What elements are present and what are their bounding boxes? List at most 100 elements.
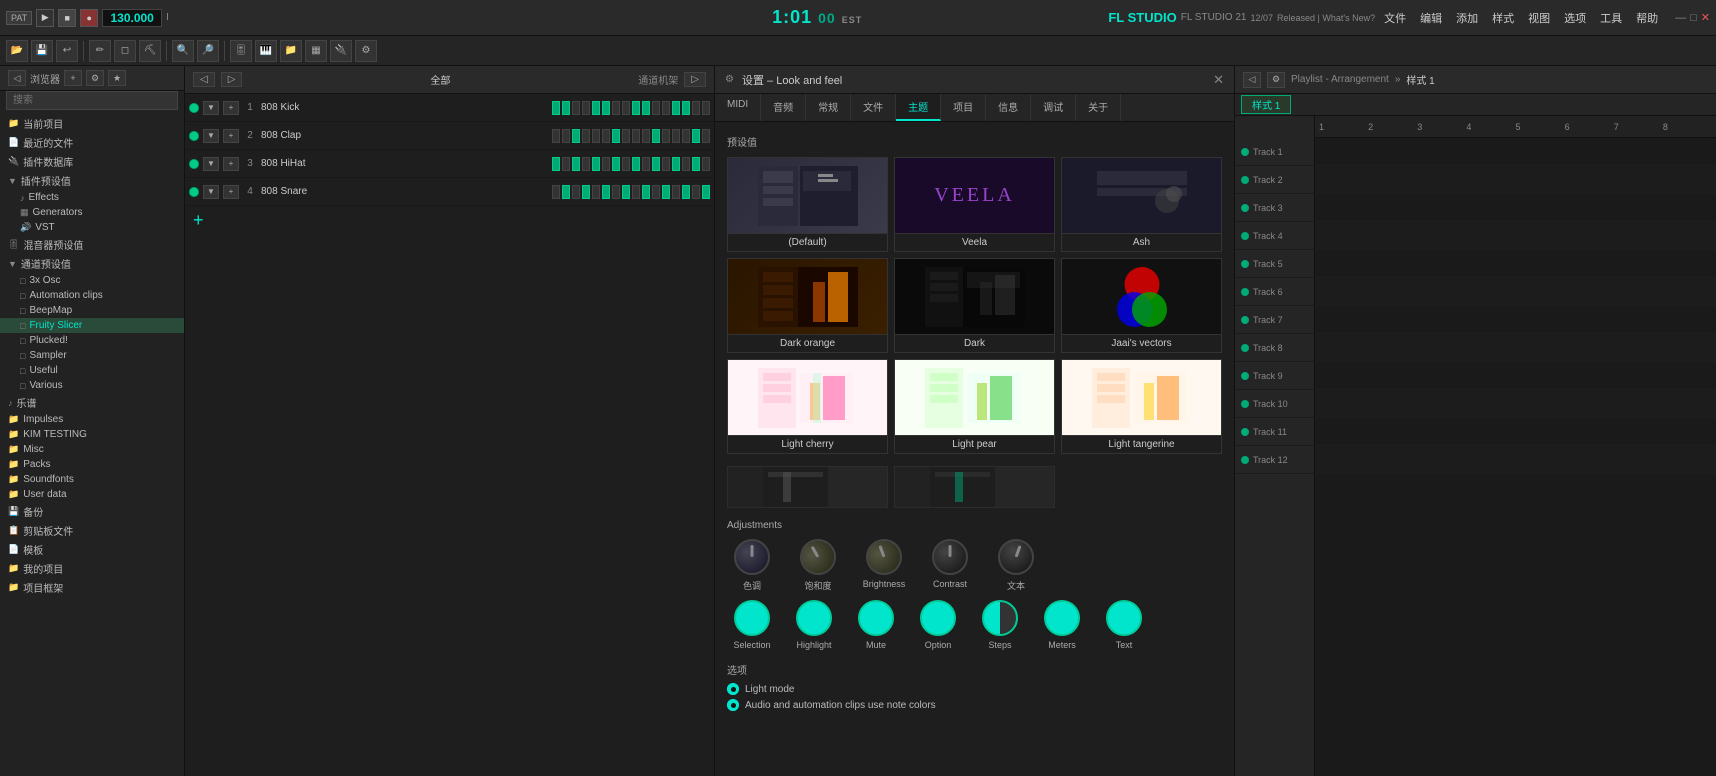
track-dot-4[interactable]	[1241, 232, 1249, 240]
sidebar-item-automation-clips[interactable]: □Automation clips	[0, 288, 184, 303]
preset-light-tangerine[interactable]: Light tangerine	[1061, 359, 1222, 454]
sidebar-item-channel-presets[interactable]: ▼通道预设值	[0, 254, 184, 273]
sidebar-item-fruity-slicer[interactable]: □Fruity Slicer	[0, 318, 184, 333]
tab-general[interactable]: 常规	[806, 94, 851, 121]
sidebar-item-sampler[interactable]: □Sampler	[0, 348, 184, 363]
playlist-back-btn[interactable]: ◁	[1243, 72, 1261, 88]
sidebar-item-templates[interactable]: 📄模板	[0, 540, 184, 559]
tab-midi[interactable]: MIDI	[715, 94, 761, 121]
preset-ash[interactable]: Ash	[1061, 157, 1222, 252]
search-input[interactable]	[6, 91, 178, 110]
grid-row-9[interactable]	[1315, 362, 1716, 390]
ch-btn-1b[interactable]: +	[223, 101, 239, 115]
ch-btn-2a[interactable]: ▼	[203, 129, 219, 143]
preset-more1[interactable]	[727, 466, 888, 508]
menu-options[interactable]: 选项	[1559, 8, 1591, 28]
grid-row-2[interactable]	[1315, 166, 1716, 194]
toolbar-undo[interactable]: ↩	[56, 40, 78, 62]
toolbar-draw[interactable]: ✏	[89, 40, 111, 62]
sidebar-item-recent-files[interactable]: 📄最近的文件	[0, 133, 184, 152]
sidebar-item-soundfonts[interactable]: 📁Soundfonts	[0, 472, 184, 487]
tab-project[interactable]: 项目	[941, 94, 986, 121]
grid-row-1[interactable]	[1315, 138, 1716, 166]
sidebar-item-packs[interactable]: 📁Packs	[0, 457, 184, 472]
ch-btn-1a[interactable]: ▼	[203, 101, 219, 115]
sidebar-item-generators[interactable]: ▦Generators	[0, 205, 184, 220]
grid-row-5[interactable]	[1315, 250, 1716, 278]
channel-rack-back-btn[interactable]: ◁	[193, 72, 215, 87]
preset-jaai[interactable]: Jaai's vectors	[1061, 258, 1222, 353]
sidebar-item-3xosc[interactable]: □3x Osc	[0, 273, 184, 288]
grid-row-6[interactable]	[1315, 278, 1716, 306]
ch-btn-4a[interactable]: ▼	[203, 185, 219, 199]
tab-about[interactable]: 关于	[1076, 94, 1121, 121]
ch-btn-4b[interactable]: +	[223, 185, 239, 199]
track-dot-8[interactable]	[1241, 344, 1249, 352]
track-dot-7[interactable]	[1241, 316, 1249, 324]
sidebar-item-my-projects[interactable]: 📁我的项目	[0, 559, 184, 578]
track-dot-10[interactable]	[1241, 400, 1249, 408]
toolbar-brush[interactable]: ⛏	[139, 40, 161, 62]
sidebar-item-user-data[interactable]: 📁User data	[0, 487, 184, 502]
knob-saturation[interactable]	[793, 532, 842, 581]
sidebar-add-btn[interactable]: +	[64, 70, 82, 86]
track-dot-2[interactable]	[1241, 176, 1249, 184]
knob-text[interactable]	[993, 534, 1039, 580]
knob-brightness[interactable]	[861, 534, 907, 580]
preset-veela[interactable]: VEELA Veela	[894, 157, 1055, 252]
track-dot-6[interactable]	[1241, 288, 1249, 296]
circle-steps[interactable]	[982, 600, 1018, 636]
grid-row-8[interactable]	[1315, 334, 1716, 362]
ch-btn-2b[interactable]: +	[223, 129, 239, 143]
sidebar-item-effects[interactable]: ♪Effects	[0, 190, 184, 205]
circle-mute[interactable]	[858, 600, 894, 636]
preset-dark-orange[interactable]: Dark orange	[727, 258, 888, 353]
stop-button[interactable]: ■	[58, 9, 76, 27]
track-dot-1[interactable]	[1241, 148, 1249, 156]
circle-option[interactable]	[920, 600, 956, 636]
radio-light-mode[interactable]	[727, 683, 739, 695]
bpm-display[interactable]: 130.000	[102, 9, 162, 27]
grid-row-3[interactable]	[1315, 194, 1716, 222]
grid-row-10[interactable]	[1315, 390, 1716, 418]
sidebar-item-plucked[interactable]: □Plucked!	[0, 333, 184, 348]
win-close[interactable]: ✕	[1701, 11, 1710, 24]
playlist-tools-btn[interactable]: ⚙	[1267, 72, 1285, 88]
menu-add[interactable]: 添加	[1451, 8, 1483, 28]
settings-close-btn[interactable]: ✕	[1213, 72, 1224, 88]
toolbar-browser[interactable]: 📁	[280, 40, 302, 62]
tab-info[interactable]: 信息	[986, 94, 1031, 121]
ch-led-3[interactable]	[189, 159, 199, 169]
sidebar-item-various[interactable]: □Various	[0, 378, 184, 393]
grid-row-7[interactable]	[1315, 306, 1716, 334]
track-dot-5[interactable]	[1241, 260, 1249, 268]
ch-btn-3b[interactable]: +	[223, 157, 239, 171]
ch-btn-3a[interactable]: ▼	[203, 157, 219, 171]
toolbar-open[interactable]: 📂	[6, 40, 28, 62]
ch-led-2[interactable]	[189, 131, 199, 141]
sidebar-star-btn[interactable]: ★	[108, 70, 126, 86]
tab-debug[interactable]: 调试	[1031, 94, 1076, 121]
play-button[interactable]: ▶	[36, 9, 54, 27]
sidebar-item-kim-testing[interactable]: 📁KIM TESTING	[0, 427, 184, 442]
toolbar-patterns[interactable]: ▦	[305, 40, 327, 62]
win-minimize[interactable]: —	[1675, 12, 1686, 24]
ch-led-1[interactable]	[189, 103, 199, 113]
tab-audio[interactable]: 音频	[761, 94, 806, 121]
channel-add-btn[interactable]: +	[185, 206, 714, 235]
menu-edit[interactable]: 编辑	[1415, 8, 1447, 28]
preset-light-cherry[interactable]: Light cherry	[727, 359, 888, 454]
sidebar-item-current-project[interactable]: 📁当前项目	[0, 114, 184, 133]
sidebar-item-mixer-presets[interactable]: 🎚混音器预设值	[0, 235, 184, 254]
sidebar-item-useful[interactable]: □Useful	[0, 363, 184, 378]
track-dot-11[interactable]	[1241, 428, 1249, 436]
knob-hue[interactable]	[734, 539, 770, 575]
sidebar-item-clipboard[interactable]: 📋剪贴板文件	[0, 521, 184, 540]
pattern-item-active[interactable]: 样式 1	[1241, 95, 1291, 114]
toolbar-select[interactable]: ◻	[114, 40, 136, 62]
menu-file[interactable]: 文件	[1379, 8, 1411, 28]
preset-default[interactable]: (Default)	[727, 157, 888, 252]
sidebar-item-vst[interactable]: 🔊VST	[0, 220, 184, 235]
win-maximize[interactable]: □	[1690, 12, 1697, 24]
radio-note-colors[interactable]	[727, 699, 739, 711]
